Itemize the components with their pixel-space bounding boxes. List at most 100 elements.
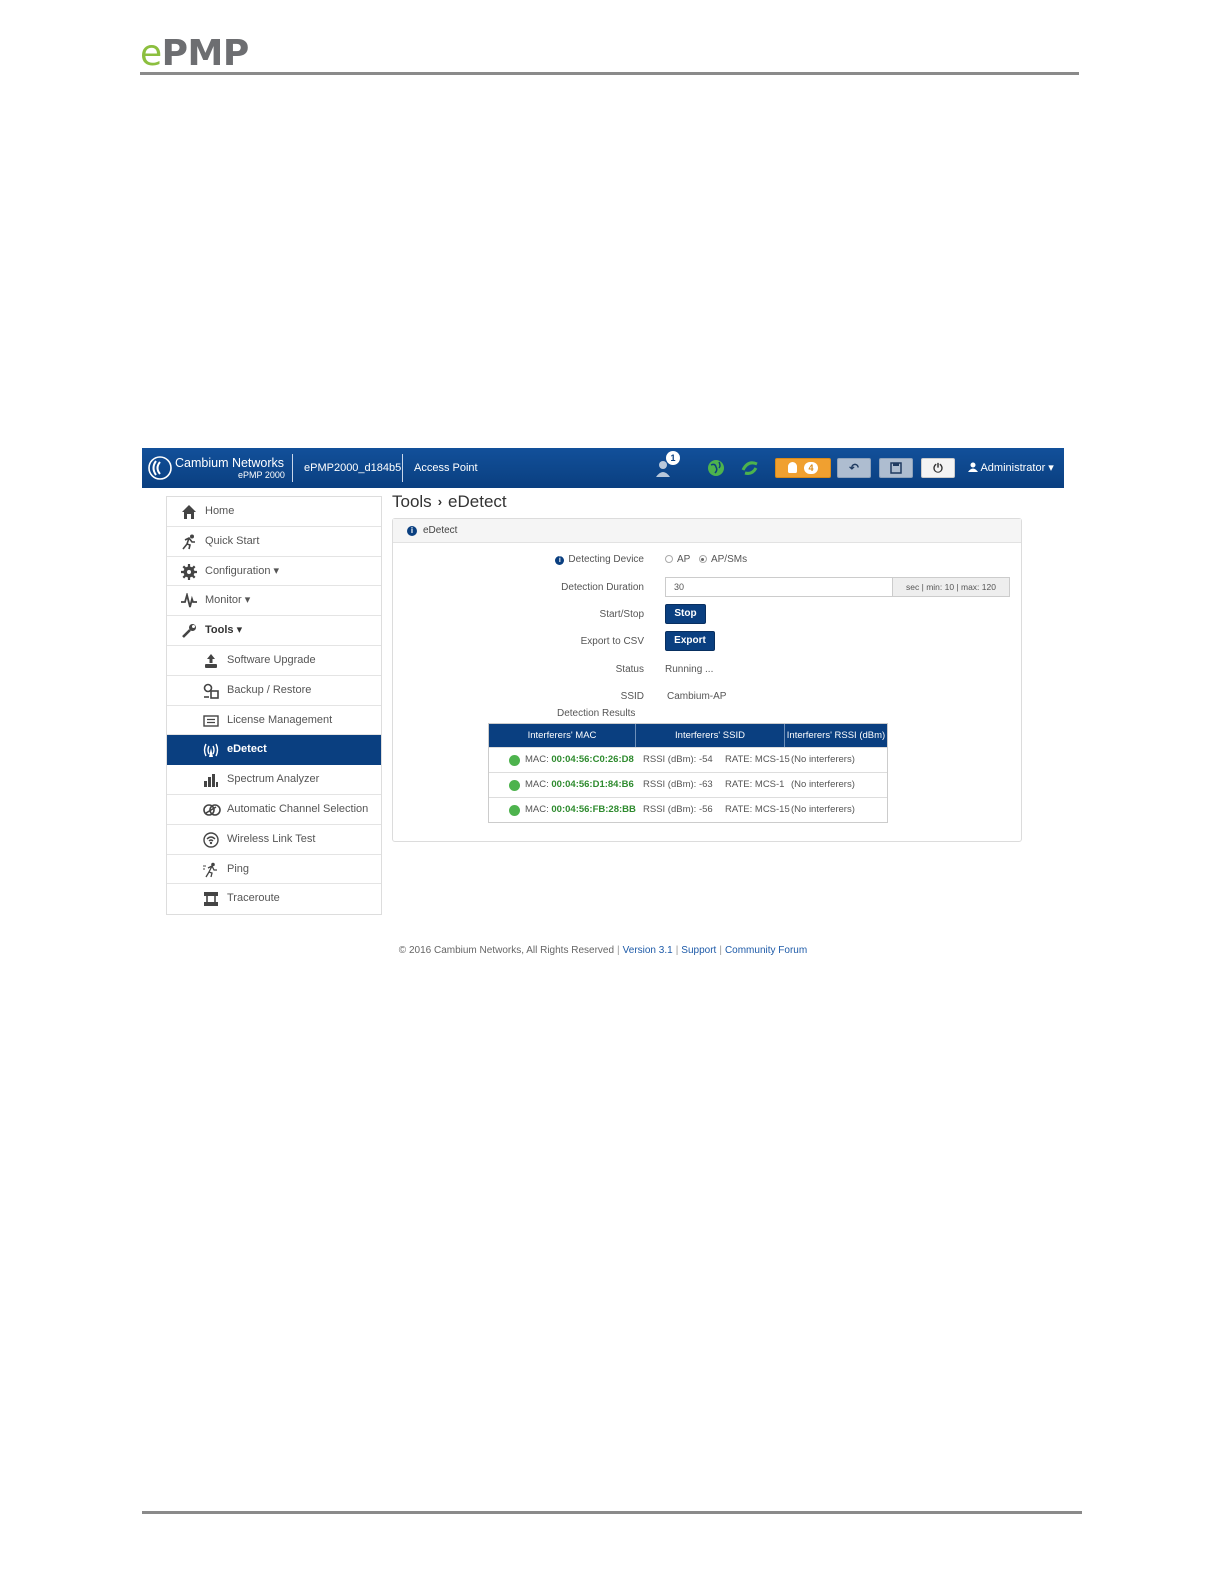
info-icon: i — [407, 526, 417, 536]
sidebar-item-license-management[interactable]: License Management — [167, 706, 381, 736]
divider — [292, 454, 293, 482]
power-icon: ⏻ — [933, 461, 943, 475]
ping-icon — [203, 862, 217, 877]
edetect-icon — [203, 744, 219, 758]
results-table: Interferers' MAC Interferers' SSID Inter… — [488, 723, 888, 823]
running-icon — [182, 534, 195, 550]
interferers-note: (No interferers) — [791, 804, 855, 815]
radio-ap-sms[interactable]: AP/SMs — [698, 554, 747, 565]
status-value: Running ... — [665, 664, 714, 675]
sidebar-item-home[interactable]: Home — [167, 497, 381, 527]
lightbulb-icon — [788, 462, 797, 473]
sidebar-item-tools[interactable]: Tools ▾ — [167, 616, 381, 646]
table-row[interactable]: MAC: 00:04:56:D1:84:B6 RSSI (dBm): -63 R… — [489, 772, 887, 797]
sidebar-item-monitor[interactable]: Monitor ▾ — [167, 586, 381, 617]
admin-label: Administrator ▾ — [980, 462, 1054, 474]
wifi-icon — [203, 832, 219, 848]
radio-ap-input[interactable] — [665, 555, 673, 563]
start-stop-label: Start/Stop — [599, 609, 644, 620]
ssid-value: Cambium-AP — [667, 691, 727, 702]
ssid-label: SSID — [620, 691, 644, 702]
mac-prefix: MAC: — [525, 804, 549, 815]
sidebar-nav: Home Quick Start Configuration ▾ Monitor… — [166, 496, 382, 916]
top-navbar: Cambium Networks ePMP 2000 ePMP2000_d184… — [142, 448, 1064, 488]
mac-address: 00:04:56:D1:84:B6 — [551, 779, 634, 790]
column-header-ssid[interactable]: Interferers' SSID — [636, 724, 785, 747]
detecting-device-options: AP AP/SMs — [665, 554, 747, 565]
rssi-value: RSSI (dBm): -63 — [643, 779, 713, 790]
gear-icon — [181, 563, 197, 580]
mac-prefix: MAC: — [525, 754, 549, 765]
admin-menu[interactable]: Administrator ▾ — [968, 461, 1054, 474]
sidebar-item-quick-start[interactable]: Quick Start — [167, 527, 381, 557]
radio-ap[interactable]: AP — [665, 554, 690, 565]
top-rule — [140, 72, 1079, 75]
sidebar-item-configuration[interactable]: Configuration ▾ — [167, 557, 381, 587]
undo-button[interactable]: ↶ — [837, 458, 871, 478]
mac-address: 00:04:56:FB:28:BB — [551, 804, 636, 815]
globe-icon[interactable] — [706, 458, 726, 478]
duration-hint: sec | min: 10 | max: 120 — [892, 577, 1010, 597]
brand-model: ePMP 2000 — [238, 470, 285, 480]
export-button[interactable]: Export — [665, 631, 715, 651]
panel-header: i eDetect — [393, 519, 1021, 543]
link-status-icon[interactable] — [740, 458, 760, 478]
brand-name: Cambium Networks — [175, 456, 285, 470]
panel-title: eDetect — [423, 525, 458, 536]
save-button[interactable] — [879, 458, 913, 478]
copyright: © 2016 Cambium Networks, All Rights Rese… — [398, 945, 615, 956]
export-label: Export to CSV — [580, 636, 644, 647]
channel-icon — [203, 804, 221, 816]
breadcrumb-separator: › — [437, 494, 443, 509]
sidebar-item-edetect[interactable]: eDetect — [167, 735, 381, 766]
interferers-note: (No interferers) — [791, 779, 855, 790]
detection-results-label: Detection Results — [557, 708, 636, 719]
upgrade-icon — [205, 653, 217, 668]
detecting-device-label: i Detecting Device — [464, 554, 644, 565]
sidebar-item-wireless-link-test[interactable]: Wireless Link Test — [167, 825, 381, 855]
community-forum-link[interactable]: Community Forum — [725, 945, 807, 956]
column-header-rssi[interactable]: Interferers' RSSI (dBm) — [785, 724, 887, 747]
divider — [402, 454, 403, 482]
save-icon — [890, 462, 902, 474]
radio-ap-sms-input[interactable] — [698, 555, 707, 563]
rate-value: RATE: MCS-15 — [725, 804, 790, 815]
alerts-button[interactable]: 4 — [775, 458, 831, 478]
table-row[interactable]: MAC: 00:04:56:C0:26:D8 RSSI (dBm): -54 R… — [489, 747, 887, 772]
rate-value: RATE: MCS-1 — [725, 779, 785, 790]
version-link[interactable]: Version 3.1 — [623, 945, 673, 956]
sidebar-item-software-upgrade[interactable]: Software Upgrade — [167, 646, 381, 676]
stop-button[interactable]: Stop — [665, 604, 706, 624]
reboot-button[interactable]: ⏻ — [921, 458, 955, 478]
interferers-note: (No interferers) — [791, 754, 855, 765]
info-icon: i — [555, 556, 565, 565]
rssi-value: RSSI (dBm): -56 — [643, 804, 713, 815]
column-header-mac[interactable]: Interferers' MAC — [489, 724, 636, 747]
bottom-rule — [142, 1511, 1082, 1514]
support-link[interactable]: Support — [681, 945, 716, 956]
sidebar-item-ping[interactable]: Ping — [167, 855, 381, 885]
sidebar-item-traceroute[interactable]: Traceroute — [167, 884, 381, 914]
cambium-brand[interactable]: Cambium Networks ePMP 2000 — [148, 454, 296, 482]
traceroute-icon — [204, 892, 218, 907]
sidebar-item-automatic-channel-selection[interactable]: Automatic Channel Selection — [167, 795, 381, 825]
undo-icon: ↶ — [848, 461, 860, 475]
table-header: Interferers' MAC Interferers' SSID Inter… — [489, 724, 887, 747]
duration-label: Detection Duration — [561, 582, 644, 593]
user-count-badge: 1 — [666, 451, 680, 465]
duration-input[interactable]: 30 — [665, 577, 893, 597]
mac-address: 00:04:56:C0:26:D8 — [551, 754, 634, 765]
status-label: Status — [615, 664, 644, 675]
rssi-value: RSSI (dBm): -54 — [643, 754, 713, 765]
pulse-icon — [181, 593, 197, 608]
device-name: ePMP2000_d184b5 — [304, 462, 402, 474]
device-mode: Access Point — [414, 462, 478, 474]
user-icon — [968, 462, 978, 472]
sidebar-item-spectrum-analyzer[interactable]: Spectrum Analyzer — [167, 765, 381, 795]
sidebar-item-backup-restore[interactable]: Backup / Restore — [167, 676, 381, 706]
status-dot-icon — [509, 780, 520, 791]
breadcrumb-section[interactable]: Tools — [392, 492, 432, 511]
status-dot-icon — [509, 755, 520, 766]
alert-count: 4 — [804, 462, 818, 474]
table-row[interactable]: MAC: 00:04:56:FB:28:BB RSSI (dBm): -56 R… — [489, 797, 887, 822]
